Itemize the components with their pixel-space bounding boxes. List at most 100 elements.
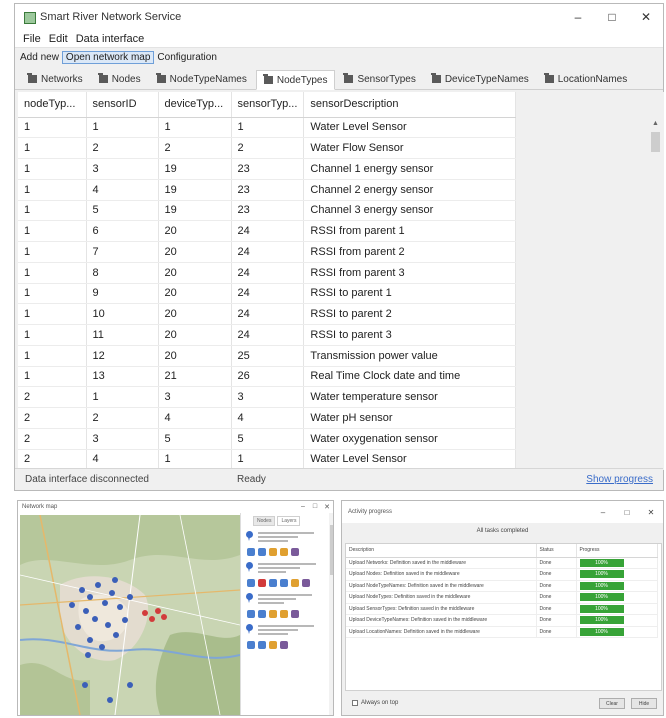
tab-networks[interactable]: Networks: [21, 69, 90, 89]
cell-sensordescription[interactable]: RSSI from parent 2: [303, 241, 517, 263]
table-row[interactable]: 1 9 20 24 RSSI to parent 1: [18, 283, 517, 305]
cell-sensordescription[interactable]: Channel 1 energy sensor: [303, 158, 517, 180]
cell-sensordescription[interactable]: Water oxygenation sensor: [303, 428, 517, 450]
menu-data-interface[interactable]: Data interface: [72, 33, 148, 45]
hide-button[interactable]: Hide: [631, 697, 657, 709]
map-tab-layers[interactable]: Layers: [277, 516, 301, 526]
cell-sensorid[interactable]: 10: [86, 303, 159, 325]
cell-nodetype[interactable]: 1: [18, 303, 87, 325]
table-row[interactable]: 1 11 20 24 RSSI to parent 3: [18, 324, 517, 346]
cell-sensordescription[interactable]: Water Level Sensor: [303, 449, 517, 470]
cell-sensorid[interactable]: 8: [86, 262, 159, 284]
cell-sensordescription[interactable]: RSSI to parent 2: [303, 303, 517, 325]
cell-sensortype[interactable]: 24: [231, 241, 305, 263]
tab-nodetypes[interactable]: NodeTypes: [255, 70, 336, 90]
cell-sensortype[interactable]: 1: [231, 449, 305, 470]
map-list-scrollbar[interactable]: [329, 513, 333, 715]
table-row[interactable]: 1 12 20 25 Transmission power value: [18, 345, 517, 367]
maximize-button[interactable]: □: [595, 4, 629, 30]
cell-sensordescription[interactable]: Water Level Sensor: [303, 117, 517, 139]
scroll-thumb[interactable]: [651, 132, 660, 152]
cell-nodetype[interactable]: 2: [18, 407, 87, 429]
cell-sensortype[interactable]: 4: [231, 407, 305, 429]
cell-sensorid[interactable]: 13: [86, 366, 159, 388]
cell-sensorid[interactable]: 2: [86, 137, 159, 159]
close-button[interactable]: ✕: [629, 4, 663, 30]
table-row[interactable]: 1 1 1 1 Water Level Sensor: [18, 117, 517, 139]
column-header-devicetype[interactable]: deviceTyp...: [158, 92, 232, 118]
tab-locationnames[interactable]: LocationNames: [538, 69, 634, 89]
table-row[interactable]: 1 7 20 24 RSSI from parent 2: [18, 241, 517, 263]
menu-edit[interactable]: Edit: [45, 33, 72, 45]
configuration-link[interactable]: Configuration: [154, 52, 219, 63]
cell-sensordescription[interactable]: Channel 2 energy sensor: [303, 179, 517, 201]
cell-nodetype[interactable]: 2: [18, 449, 87, 470]
cell-sensorid[interactable]: 4: [86, 179, 159, 201]
cell-sensortype[interactable]: 23: [231, 158, 305, 180]
cell-nodetype[interactable]: 1: [18, 137, 87, 159]
cell-sensorid[interactable]: 9: [86, 283, 159, 305]
cell-devicetype[interactable]: 1: [158, 117, 232, 139]
cell-devicetype[interactable]: 4: [158, 407, 232, 429]
cell-nodetype[interactable]: 1: [18, 283, 87, 305]
cell-sensordescription[interactable]: Channel 3 energy sensor: [303, 200, 517, 222]
close-button[interactable]: ✕: [321, 503, 333, 511]
cell-sensorid[interactable]: 2: [86, 407, 159, 429]
cell-devicetype[interactable]: 21: [158, 366, 232, 388]
cell-sensortype[interactable]: 23: [231, 179, 305, 201]
cell-devicetype[interactable]: 20: [158, 262, 232, 284]
minimize-button[interactable]: –: [297, 503, 309, 511]
cell-nodetype[interactable]: 1: [18, 324, 87, 346]
cell-sensortype[interactable]: 1: [231, 117, 305, 139]
cell-sensortype[interactable]: 24: [231, 303, 305, 325]
cell-sensordescription[interactable]: RSSI to parent 3: [303, 324, 517, 346]
cell-sensordescription[interactable]: RSSI to parent 1: [303, 283, 517, 305]
cell-nodetype[interactable]: 1: [18, 179, 87, 201]
cell-sensortype[interactable]: 24: [231, 262, 305, 284]
cell-devicetype[interactable]: 1: [158, 449, 232, 470]
cell-devicetype[interactable]: 20: [158, 241, 232, 263]
table-row[interactable]: 1 4 19 23 Channel 2 energy sensor: [18, 179, 517, 201]
cell-sensordescription[interactable]: RSSI from parent 3: [303, 262, 517, 284]
cell-sensortype[interactable]: 23: [231, 200, 305, 222]
cell-devicetype[interactable]: 20: [158, 324, 232, 346]
cell-devicetype[interactable]: 19: [158, 158, 232, 180]
table-row[interactable]: 1 3 19 23 Channel 1 energy sensor: [18, 158, 517, 180]
cell-sensordescription[interactable]: Water Flow Sensor: [303, 137, 517, 159]
cell-sensorid[interactable]: 11: [86, 324, 159, 346]
cell-nodetype[interactable]: 1: [18, 241, 87, 263]
add-new-link[interactable]: Add new: [17, 52, 62, 63]
cell-sensorid[interactable]: 1: [86, 386, 159, 408]
table-row[interactable]: 2 4 1 1 Water Level Sensor: [18, 449, 517, 470]
node-entry[interactable]: [241, 559, 333, 576]
minimize-button[interactable]: –: [591, 508, 615, 517]
progress-row[interactable]: Upload SensorTypes: Definition saved in …: [346, 603, 658, 615]
table-row[interactable]: 1 6 20 24 RSSI from parent 1: [18, 220, 517, 242]
cell-sensortype[interactable]: 2: [231, 137, 305, 159]
column-header-status[interactable]: Status: [536, 544, 577, 558]
cell-devicetype[interactable]: 19: [158, 200, 232, 222]
cell-devicetype[interactable]: 2: [158, 137, 232, 159]
menu-file[interactable]: File: [19, 33, 45, 45]
table-row[interactable]: 1 5 19 23 Channel 3 energy sensor: [18, 200, 517, 222]
cell-sensordescription[interactable]: RSSI from parent 1: [303, 220, 517, 242]
node-entry[interactable]: [241, 590, 333, 607]
show-progress-link[interactable]: Show progress: [586, 474, 653, 485]
cell-sensortype[interactable]: 5: [231, 428, 305, 450]
progress-row[interactable]: Upload Nodes: Definition saved in the mi…: [346, 568, 658, 581]
table-row[interactable]: 1 2 2 2 Water Flow Sensor: [18, 137, 517, 159]
progress-row[interactable]: Upload NodeTypes: Definition saved in th…: [346, 591, 658, 604]
cell-sensorid[interactable]: 3: [86, 158, 159, 180]
cell-sensorid[interactable]: 1: [86, 117, 159, 139]
cell-nodetype[interactable]: 1: [18, 345, 87, 367]
cell-devicetype[interactable]: 20: [158, 283, 232, 305]
node-entry[interactable]: [241, 621, 333, 638]
cell-sensorid[interactable]: 5: [86, 200, 159, 222]
cell-nodetype[interactable]: 1: [18, 366, 87, 388]
maximize-button[interactable]: □: [309, 503, 321, 511]
cell-devicetype[interactable]: 19: [158, 179, 232, 201]
progress-row[interactable]: Upload LocationNames: Definition saved i…: [346, 626, 658, 638]
maximize-button[interactable]: □: [615, 508, 639, 517]
cell-sensordescription[interactable]: Real Time Clock date and time: [303, 366, 517, 388]
cell-devicetype[interactable]: 20: [158, 345, 232, 367]
